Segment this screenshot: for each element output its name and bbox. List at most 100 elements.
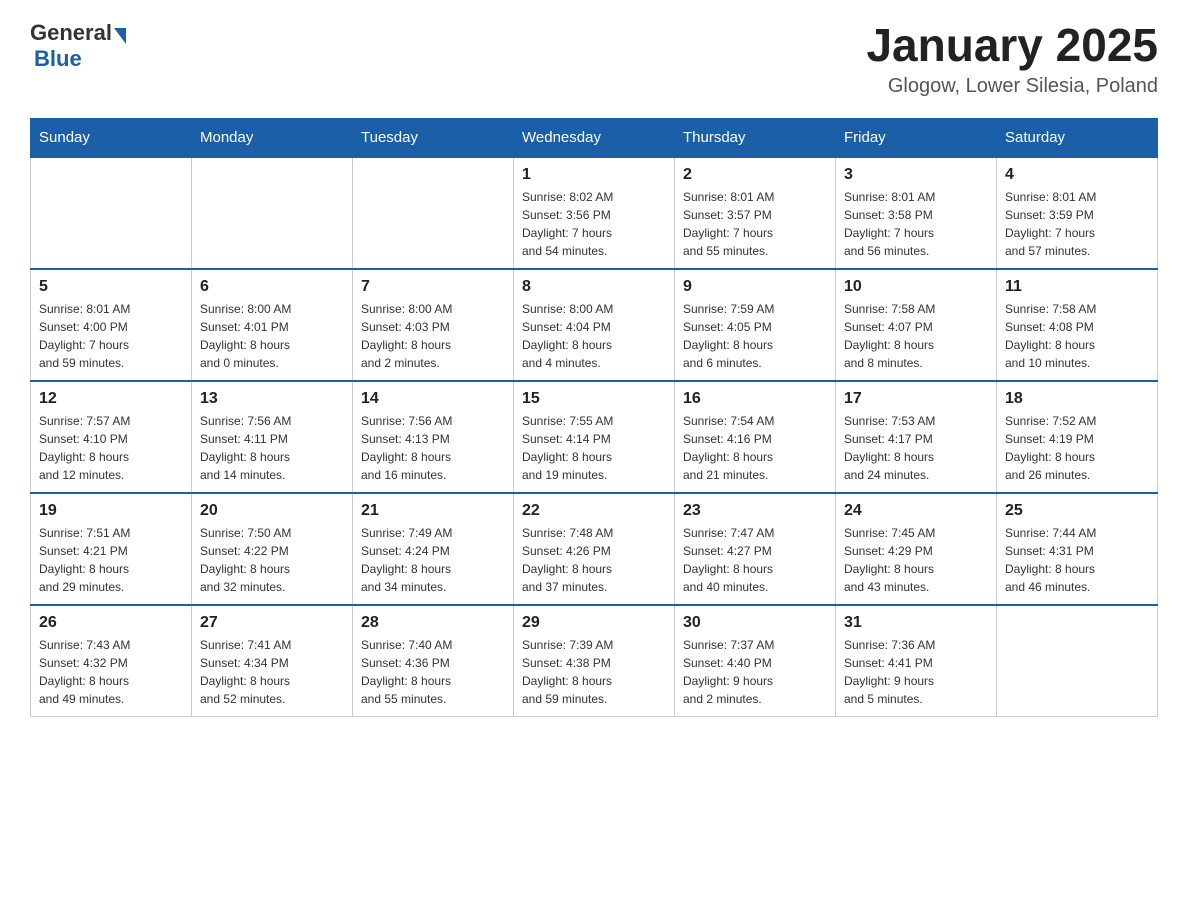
day-number: 27 — [200, 614, 344, 632]
day-info: Sunrise: 7:49 AM Sunset: 4:24 PM Dayligh… — [361, 524, 505, 596]
day-number: 18 — [1005, 390, 1149, 408]
calendar-cell: 27 Sunrise: 7:41 AM Sunset: 4:34 PM Dayli… — [192, 605, 353, 717]
calendar-cell: 20Sunrise: 7:50 AM Sunset: 4:22 PM Dayli… — [192, 493, 353, 605]
day-number: 25 — [1005, 502, 1149, 520]
day-header-thursday: Thursday — [675, 118, 836, 157]
calendar-cell: 13 Sunrise: 7:56 AM Sunset: 4:11 PM Dayli… — [192, 381, 353, 493]
day-number: 8 — [522, 278, 666, 296]
calendar-cell: 3 Sunrise: 8:01 AM Sunset: 3:58 PM Daylig… — [836, 157, 997, 269]
day-number: 21 — [361, 502, 505, 520]
calendar-cell: 8 Sunrise: 8:00 AM Sunset: 4:04 PM Daylig… — [514, 269, 675, 381]
logo-blue-text: Blue — [34, 46, 82, 71]
logo: General Blue — [30, 20, 126, 72]
day-info: Sunrise: 8:00 AM Sunset: 4:04 PM Dayligh… — [522, 300, 666, 372]
calendar-cell: 29 Sunrise: 7:39 AM Sunset: 4:38 PM Dayli… — [514, 605, 675, 717]
calendar-table: SundayMondayTuesdayWednesdayThursdayFrid… — [30, 118, 1158, 717]
calendar-cell: 1 Sunrise: 8:02 AM Sunset: 3:56 PM Daylig… — [514, 157, 675, 269]
day-number: 30 — [683, 614, 827, 632]
day-info: Sunrise: 7:43 AM Sunset: 4:32 PM Dayligh… — [39, 636, 183, 708]
day-number: 14 — [361, 390, 505, 408]
day-info: Sunrise: 8:01 AM Sunset: 3:59 PM Dayligh… — [1005, 188, 1149, 260]
calendar-cell: 9Sunrise: 7:59 AM Sunset: 4:05 PM Daylig… — [675, 269, 836, 381]
day-number: 16 — [683, 390, 827, 408]
calendar-cell: 26 Sunrise: 7:43 AM Sunset: 4:32 PM Dayli… — [31, 605, 192, 717]
day-number: 29 — [522, 614, 666, 632]
day-number: 5 — [39, 278, 183, 296]
calendar-cell: 24 Sunrise: 7:45 AM Sunset: 4:29 PM Dayli… — [836, 493, 997, 605]
day-info: Sunrise: 8:00 AM Sunset: 4:03 PM Dayligh… — [361, 300, 505, 372]
day-info: Sunrise: 7:48 AM Sunset: 4:26 PM Dayligh… — [522, 524, 666, 596]
day-number: 26 — [39, 614, 183, 632]
day-info: Sunrise: 7:40 AM Sunset: 4:36 PM Dayligh… — [361, 636, 505, 708]
day-info: Sunrise: 8:01 AM Sunset: 3:58 PM Dayligh… — [844, 188, 988, 260]
calendar-cell: 23Sunrise: 7:47 AM Sunset: 4:27 PM Dayli… — [675, 493, 836, 605]
calendar-cell — [192, 157, 353, 269]
calendar-cell: 12Sunrise: 7:57 AM Sunset: 4:10 PM Dayli… — [31, 381, 192, 493]
day-info: Sunrise: 8:02 AM Sunset: 3:56 PM Dayligh… — [522, 188, 666, 260]
calendar-cell: 14 Sunrise: 7:56 AM Sunset: 4:13 PM Dayli… — [353, 381, 514, 493]
calendar-cell — [353, 157, 514, 269]
day-info: Sunrise: 7:58 AM Sunset: 4:07 PM Dayligh… — [844, 300, 988, 372]
calendar-cell: 10 Sunrise: 7:58 AM Sunset: 4:07 PM Dayli… — [836, 269, 997, 381]
day-number: 4 — [1005, 166, 1149, 184]
calendar-cell: 19Sunrise: 7:51 AM Sunset: 4:21 PM Dayli… — [31, 493, 192, 605]
day-info: Sunrise: 7:56 AM Sunset: 4:13 PM Dayligh… — [361, 412, 505, 484]
day-number: 12 — [39, 390, 183, 408]
day-info: Sunrise: 7:37 AM Sunset: 4:40 PM Dayligh… — [683, 636, 827, 708]
day-number: 15 — [522, 390, 666, 408]
calendar-title: January 2025 — [866, 20, 1158, 71]
day-header-sunday: Sunday — [31, 118, 192, 157]
calendar-cell: 17Sunrise: 7:53 AM Sunset: 4:17 PM Dayli… — [836, 381, 997, 493]
calendar-cell: 18 Sunrise: 7:52 AM Sunset: 4:19 PM Dayli… — [997, 381, 1158, 493]
calendar-cell — [997, 605, 1158, 717]
day-number: 1 — [522, 166, 666, 184]
day-info: Sunrise: 7:54 AM Sunset: 4:16 PM Dayligh… — [683, 412, 827, 484]
calendar-cell: 7 Sunrise: 8:00 AM Sunset: 4:03 PM Daylig… — [353, 269, 514, 381]
day-number: 7 — [361, 278, 505, 296]
calendar-cell — [31, 157, 192, 269]
day-info: Sunrise: 7:41 AM Sunset: 4:34 PM Dayligh… — [200, 636, 344, 708]
day-number: 11 — [1005, 278, 1149, 296]
calendar-header-row: SundayMondayTuesdayWednesdayThursdayFrid… — [31, 118, 1158, 157]
calendar-cell: 11Sunrise: 7:58 AM Sunset: 4:08 PM Dayli… — [997, 269, 1158, 381]
day-header-wednesday: Wednesday — [514, 118, 675, 157]
page-header: General Blue January 2025 Glogow, Lower … — [30, 20, 1158, 98]
day-number: 28 — [361, 614, 505, 632]
day-info: Sunrise: 8:01 AM Sunset: 3:57 PM Dayligh… — [683, 188, 827, 260]
title-section: January 2025 Glogow, Lower Silesia, Pola… — [866, 20, 1158, 98]
day-info: Sunrise: 7:50 AM Sunset: 4:22 PM Dayligh… — [200, 524, 344, 596]
day-info: Sunrise: 7:36 AM Sunset: 4:41 PM Dayligh… — [844, 636, 988, 708]
day-number: 13 — [200, 390, 344, 408]
location-subtitle: Glogow, Lower Silesia, Poland — [866, 75, 1158, 98]
day-number: 6 — [200, 278, 344, 296]
day-header-friday: Friday — [836, 118, 997, 157]
day-number: 23 — [683, 502, 827, 520]
calendar-cell: 2Sunrise: 8:01 AM Sunset: 3:57 PM Daylig… — [675, 157, 836, 269]
day-number: 22 — [522, 502, 666, 520]
day-number: 9 — [683, 278, 827, 296]
calendar-cell: 31 Sunrise: 7:36 AM Sunset: 4:41 PM Dayli… — [836, 605, 997, 717]
day-header-saturday: Saturday — [997, 118, 1158, 157]
day-header-tuesday: Tuesday — [353, 118, 514, 157]
day-info: Sunrise: 7:53 AM Sunset: 4:17 PM Dayligh… — [844, 412, 988, 484]
day-number: 10 — [844, 278, 988, 296]
day-number: 24 — [844, 502, 988, 520]
calendar-cell: 28 Sunrise: 7:40 AM Sunset: 4:36 PM Dayli… — [353, 605, 514, 717]
calendar-cell: 16 Sunrise: 7:54 AM Sunset: 4:16 PM Dayli… — [675, 381, 836, 493]
day-number: 31 — [844, 614, 988, 632]
day-number: 3 — [844, 166, 988, 184]
day-info: Sunrise: 7:56 AM Sunset: 4:11 PM Dayligh… — [200, 412, 344, 484]
calendar-cell: 15Sunrise: 7:55 AM Sunset: 4:14 PM Dayli… — [514, 381, 675, 493]
week-row-3: 12Sunrise: 7:57 AM Sunset: 4:10 PM Dayli… — [31, 381, 1158, 493]
day-info: Sunrise: 7:44 AM Sunset: 4:31 PM Dayligh… — [1005, 524, 1149, 596]
calendar-cell: 25 Sunrise: 7:44 AM Sunset: 4:31 PM Dayli… — [997, 493, 1158, 605]
day-number: 19 — [39, 502, 183, 520]
day-info: Sunrise: 8:00 AM Sunset: 4:01 PM Dayligh… — [200, 300, 344, 372]
week-row-2: 5Sunrise: 8:01 AM Sunset: 4:00 PM Daylig… — [31, 269, 1158, 381]
day-info: Sunrise: 7:39 AM Sunset: 4:38 PM Dayligh… — [522, 636, 666, 708]
calendar-cell: 21 Sunrise: 7:49 AM Sunset: 4:24 PM Dayli… — [353, 493, 514, 605]
day-info: Sunrise: 7:45 AM Sunset: 4:29 PM Dayligh… — [844, 524, 988, 596]
day-info: Sunrise: 7:52 AM Sunset: 4:19 PM Dayligh… — [1005, 412, 1149, 484]
day-header-monday: Monday — [192, 118, 353, 157]
calendar-cell: 5Sunrise: 8:01 AM Sunset: 4:00 PM Daylig… — [31, 269, 192, 381]
